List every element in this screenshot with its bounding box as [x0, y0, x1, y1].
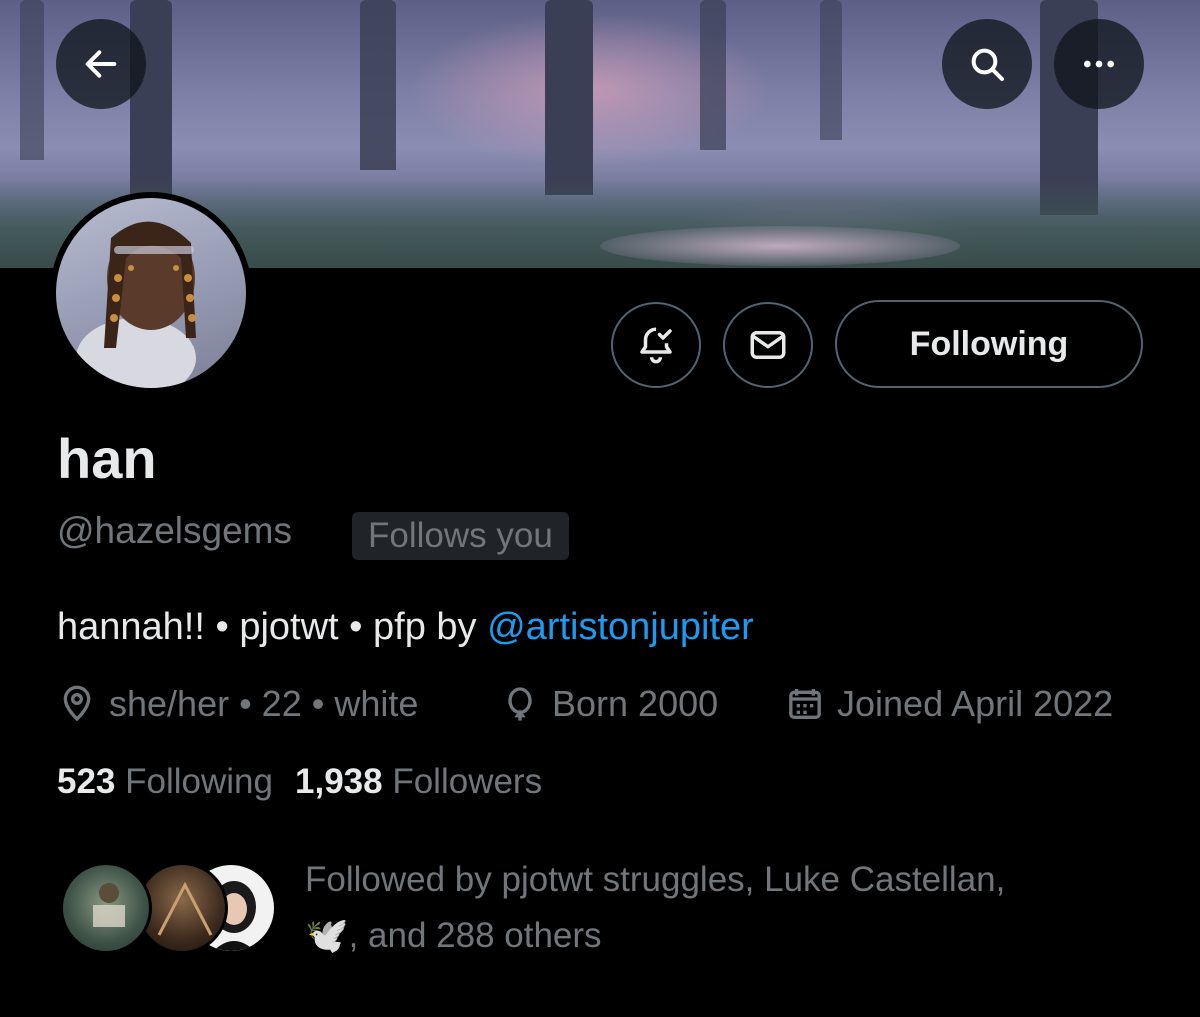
followed-by-line2-row: 🕊️, and 288 others — [305, 908, 1005, 964]
follower-avatar-1[interactable] — [60, 862, 152, 954]
following-count: 523 — [57, 762, 116, 801]
avatar-image — [76, 221, 196, 388]
envelope-icon — [750, 331, 786, 359]
user-handle: @hazelsgems — [57, 510, 292, 551]
following-button[interactable]: Following — [835, 300, 1143, 388]
back-button[interactable] — [56, 19, 146, 109]
follow-stats: 523 Following 1,938 Followers — [57, 762, 542, 802]
arrow-left-icon — [85, 50, 117, 78]
more-horizontal-icon — [1084, 60, 1114, 68]
location-pin-icon — [63, 685, 91, 722]
joined-text: Joined April 2022 — [837, 683, 1114, 724]
balloon-icon — [508, 687, 532, 721]
followers-count: 1,938 — [295, 762, 383, 801]
followed-by-line2: , and 288 others — [348, 916, 602, 955]
following-stat-label: Following — [125, 762, 273, 801]
follows-you-badge: Follows you — [352, 512, 569, 560]
location-item: she/her • 22 • white — [57, 680, 418, 728]
message-button[interactable] — [723, 302, 813, 388]
birthday-item: Born 2000 — [500, 680, 718, 728]
notifications-button[interactable] — [611, 302, 701, 388]
bio-mention-link[interactable]: @artistonjupiter — [487, 606, 754, 648]
followed-by-line1: Followed by pjotwt struggles, Luke Caste… — [305, 860, 1006, 899]
more-button[interactable] — [1054, 19, 1144, 109]
bio: hannah!! • pjotwt • pfp by @artistonjupi… — [57, 606, 754, 649]
display-name: han — [57, 427, 157, 490]
search-icon — [971, 48, 1004, 81]
search-button[interactable] — [942, 19, 1032, 109]
location-text: she/her • 22 • white — [109, 683, 419, 724]
bio-text: hannah!! • pjotwt • pfp by — [57, 606, 488, 648]
profile-avatar[interactable] — [50, 192, 252, 394]
calendar-icon — [789, 689, 821, 719]
birthday-text: Born 2000 — [552, 683, 719, 724]
following-stat[interactable]: 523 Following — [57, 762, 273, 801]
bell-check-icon — [640, 327, 672, 364]
followers-stat-label: Followers — [392, 762, 543, 801]
joined-item: Joined April 2022 — [785, 680, 1113, 728]
dove-emoji: 🕊️ — [305, 916, 349, 955]
followers-stat[interactable]: 1,938 Followers — [295, 762, 542, 801]
followed-by-text[interactable]: Followed by pjotwt struggles, Luke Caste… — [305, 852, 1005, 964]
